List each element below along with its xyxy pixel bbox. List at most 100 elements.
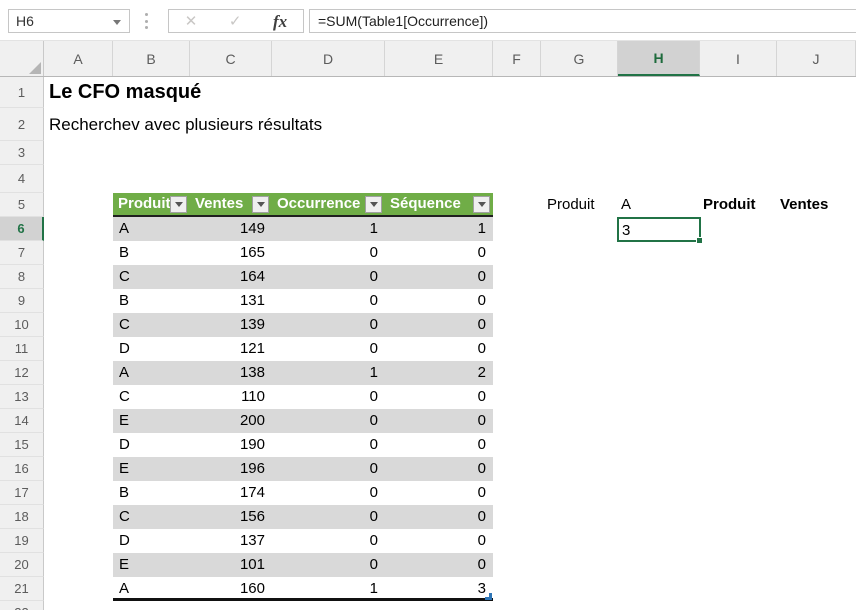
table-cell[interactable]: A <box>113 361 190 385</box>
column-header-i[interactable]: I <box>700 41 777 76</box>
table-cell[interactable]: A <box>113 577 190 598</box>
row-header-7[interactable]: 7 <box>0 241 44 265</box>
cell-g5-label[interactable]: Produit <box>547 193 595 217</box>
table-cell[interactable]: 0 <box>272 529 385 553</box>
cell-i5-label[interactable]: Produit <box>703 193 756 217</box>
sheet-grid[interactable]: 12345678910111213141516171819202122 Le C… <box>0 77 856 610</box>
row-header-3[interactable]: 3 <box>0 141 44 165</box>
column-header-f[interactable]: F <box>493 41 541 76</box>
table-cell[interactable]: 0 <box>385 529 493 553</box>
table-cell[interactable]: A <box>113 217 190 241</box>
table-resize-handle-icon[interactable] <box>485 593 492 600</box>
table-cell[interactable]: 0 <box>272 505 385 529</box>
table-cell[interactable]: C <box>113 265 190 289</box>
table-cell[interactable]: B <box>113 241 190 265</box>
cancel-icon[interactable]: ✕ <box>185 14 198 29</box>
table-cell[interactable]: 1 <box>272 361 385 385</box>
row-header-15[interactable]: 15 <box>0 433 44 457</box>
filter-button-produit[interactable] <box>170 196 187 213</box>
table-cell[interactable]: 0 <box>272 481 385 505</box>
table-cell[interactable]: 200 <box>190 409 272 433</box>
table-cell[interactable]: 0 <box>272 337 385 361</box>
row-header-11[interactable]: 11 <box>0 337 44 361</box>
row-header-4[interactable]: 4 <box>0 165 44 193</box>
column-header-b[interactable]: B <box>113 41 190 76</box>
table-cell[interactable]: B <box>113 289 190 313</box>
formula-bar-input[interactable]: =SUM(Table1[Occurrence]) <box>309 9 856 33</box>
table-cell[interactable]: E <box>113 409 190 433</box>
table-cell[interactable]: 165 <box>190 241 272 265</box>
row-header-20[interactable]: 20 <box>0 553 44 577</box>
selected-cell-h6[interactable]: 3 <box>617 217 701 242</box>
column-header-g[interactable]: G <box>541 41 618 76</box>
table-cell[interactable]: 0 <box>385 241 493 265</box>
row-header-2[interactable]: 2 <box>0 108 44 141</box>
table-cell[interactable]: 174 <box>190 481 272 505</box>
row-header-14[interactable]: 14 <box>0 409 44 433</box>
table-cell[interactable]: 0 <box>385 313 493 337</box>
table-cell[interactable]: D <box>113 337 190 361</box>
row-header-1[interactable]: 1 <box>0 77 44 108</box>
row-header-19[interactable]: 19 <box>0 529 44 553</box>
table-cell[interactable]: 160 <box>190 577 272 598</box>
table-cell[interactable]: 0 <box>385 457 493 481</box>
column-header-a[interactable]: A <box>44 41 113 76</box>
table-cell[interactable]: C <box>113 385 190 409</box>
table-cell[interactable]: 121 <box>190 337 272 361</box>
filter-button-ventes[interactable] <box>252 196 269 213</box>
table-cell[interactable]: 0 <box>272 265 385 289</box>
cell-a1-title[interactable]: Le CFO masqué <box>49 77 201 108</box>
column-header-j[interactable]: J <box>777 41 856 76</box>
row-header-21[interactable]: 21 <box>0 577 44 601</box>
column-header-c[interactable]: C <box>190 41 272 76</box>
table-cell[interactable]: D <box>113 433 190 457</box>
row-header-22[interactable]: 22 <box>0 601 44 610</box>
column-header-h[interactable]: H <box>618 41 700 76</box>
table-cell[interactable]: 149 <box>190 217 272 241</box>
table-cell[interactable]: 131 <box>190 289 272 313</box>
fill-handle[interactable] <box>696 237 703 244</box>
row-header-17[interactable]: 17 <box>0 481 44 505</box>
table-cell[interactable]: 0 <box>272 553 385 577</box>
filter-button-sequence[interactable] <box>473 196 490 213</box>
table-cell[interactable]: 0 <box>385 481 493 505</box>
row-header-8[interactable]: 8 <box>0 265 44 289</box>
table-cell[interactable]: 156 <box>190 505 272 529</box>
table-cell[interactable]: 110 <box>190 385 272 409</box>
table-cell[interactable]: 101 <box>190 553 272 577</box>
table-cell[interactable]: 190 <box>190 433 272 457</box>
name-box-dropdown-icon[interactable] <box>113 20 121 25</box>
table-cell[interactable]: 0 <box>385 409 493 433</box>
row-header-10[interactable]: 10 <box>0 313 44 337</box>
table-cell[interactable]: 0 <box>272 241 385 265</box>
row-header-6[interactable]: 6 <box>0 217 44 241</box>
table-cell[interactable]: 0 <box>272 433 385 457</box>
row-header-13[interactable]: 13 <box>0 385 44 409</box>
table-cell[interactable]: 196 <box>190 457 272 481</box>
table-cell[interactable]: 3 <box>385 577 493 598</box>
row-header-12[interactable]: 12 <box>0 361 44 385</box>
table-cell[interactable]: 0 <box>272 385 385 409</box>
table-cell[interactable]: 0 <box>385 265 493 289</box>
table-cell[interactable]: C <box>113 505 190 529</box>
select-all-corner[interactable] <box>0 41 44 76</box>
column-header-d[interactable]: D <box>272 41 385 76</box>
insert-function-icon[interactable]: fx <box>273 13 287 30</box>
table-cell[interactable]: 0 <box>385 289 493 313</box>
table-cell[interactable]: 0 <box>385 385 493 409</box>
table-cell[interactable]: E <box>113 553 190 577</box>
table-cell[interactable]: 139 <box>190 313 272 337</box>
column-header-e[interactable]: E <box>385 41 493 76</box>
table-cell[interactable]: B <box>113 481 190 505</box>
table-cell[interactable]: 0 <box>385 433 493 457</box>
table-cell[interactable]: 0 <box>385 505 493 529</box>
table-cell[interactable]: 0 <box>272 313 385 337</box>
cell-h5-label[interactable]: A <box>621 193 631 217</box>
cell-j5-label[interactable]: Ventes <box>780 193 828 217</box>
row-header-18[interactable]: 18 <box>0 505 44 529</box>
row-header-5[interactable]: 5 <box>0 193 44 217</box>
table-cell[interactable]: 0 <box>385 337 493 361</box>
row-header-9[interactable]: 9 <box>0 289 44 313</box>
table-cell[interactable]: 1 <box>385 217 493 241</box>
table-cell[interactable]: C <box>113 313 190 337</box>
